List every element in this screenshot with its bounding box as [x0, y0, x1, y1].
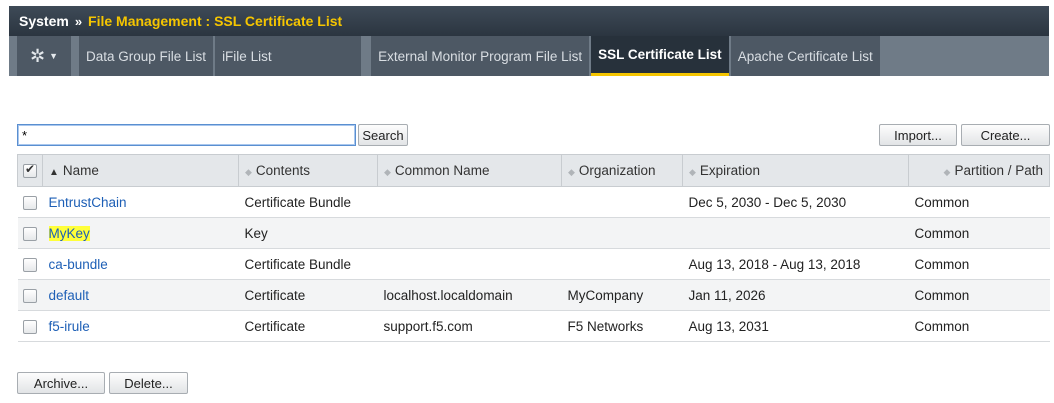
column-header-common-name[interactable]: ◆ Common Name	[377, 154, 562, 187]
table-header-row: ▲Name ◆Contents ◆Common Name ◆Organizati…	[17, 154, 1050, 187]
row-select-cell	[17, 248, 43, 280]
certificate-table: ▲Name ◆Contents ◆Common Name ◆Organizati…	[17, 154, 1050, 342]
sort-icon: ◆	[689, 167, 696, 177]
tab-external-monitor-program-file-list[interactable]: External Monitor Program File List	[371, 36, 590, 76]
column-header-organization[interactable]: ◆ Organization	[561, 154, 683, 187]
expiration-cell: Dec 5, 2030 - Dec 5, 2030	[682, 186, 909, 218]
row-checkbox[interactable]	[22, 195, 37, 210]
partition-cell: Common	[908, 217, 1050, 249]
partition-cell: Common	[908, 310, 1050, 342]
archive-button[interactable]: Archive...	[17, 372, 105, 394]
select-all-checkbox[interactable]	[23, 162, 37, 179]
organization-cell: MyCompany	[561, 279, 683, 311]
import-button[interactable]: Import...	[879, 124, 957, 146]
sort-icon: ◆	[384, 167, 391, 177]
common-name-cell	[377, 217, 562, 249]
row-select-cell	[17, 279, 43, 311]
name-cell: MyKey	[42, 217, 239, 249]
certificate-name-link[interactable]: EntrustChain	[49, 195, 127, 210]
column-header-name[interactable]: ▲ Name	[42, 154, 239, 187]
row-select-cell	[17, 186, 43, 218]
expiration-cell	[682, 217, 909, 249]
chevron-down-icon: ▼	[49, 51, 58, 61]
partition-cell: Common	[908, 279, 1050, 311]
sort-icon: ◆	[568, 167, 575, 177]
tab-apache-certificate-list[interactable]: Apache Certificate List	[730, 36, 880, 76]
sort-ascending-icon: ▲	[49, 167, 59, 178]
settings-menu-button[interactable]: ✲ ▼	[17, 36, 71, 76]
row-checkbox[interactable]	[22, 257, 37, 272]
column-header-partition-path[interactable]: ◆ Partition / Path	[908, 154, 1050, 187]
sort-icon: ◆	[245, 167, 252, 177]
select-all-header	[17, 154, 43, 187]
column-header-expiration[interactable]: ◆ Expiration	[682, 154, 909, 187]
common-name-cell: localhost.localdomain	[377, 279, 562, 311]
name-cell: default	[42, 279, 239, 311]
row-select-cell	[17, 217, 43, 249]
certificate-name-link[interactable]: MyKey	[48, 225, 90, 241]
contents-cell: Certificate	[238, 310, 378, 342]
tab-ifile-list[interactable]: iFile List	[215, 36, 362, 76]
partition-cell: Common	[908, 186, 1050, 218]
delete-button[interactable]: Delete...	[109, 372, 188, 394]
common-name-cell: support.f5.com	[377, 310, 562, 342]
column-header-contents[interactable]: ◆ Contents	[238, 154, 378, 187]
page-header: System » File Management : SSL Certifica…	[9, 6, 1049, 36]
table-row: default Certificate localhost.localdomai…	[17, 279, 1050, 311]
row-checkbox[interactable]	[22, 319, 37, 334]
row-select-cell	[17, 310, 43, 342]
breadcrumb-separator: »	[74, 13, 83, 29]
expiration-cell: Aug 13, 2018 - Aug 13, 2018	[682, 248, 909, 280]
tab-bar: ✲ ▼ Data Group File List iFile List Exte…	[9, 36, 1049, 76]
certificate-name-link[interactable]: default	[49, 288, 90, 303]
create-button[interactable]: Create...	[961, 124, 1050, 146]
tab-data-group-file-list[interactable]: Data Group File List	[79, 36, 214, 76]
search-button[interactable]: Search	[358, 124, 408, 146]
gear-icon: ✲	[29, 45, 46, 66]
section-title: System	[19, 13, 69, 29]
certificate-name-link[interactable]: f5-irule	[49, 319, 90, 334]
table-row: MyKey Key Common	[17, 217, 1050, 249]
partition-cell: Common	[908, 248, 1050, 280]
table-row: f5-irule Certificate support.f5.com F5 N…	[17, 310, 1050, 342]
contents-cell: Certificate Bundle	[238, 186, 378, 218]
table-row: EntrustChain Certificate Bundle Dec 5, 2…	[17, 186, 1050, 218]
expiration-cell: Jan 11, 2026	[682, 279, 909, 311]
name-cell: ca-bundle	[42, 248, 239, 280]
name-cell: EntrustChain	[42, 186, 239, 218]
contents-cell: Certificate	[238, 279, 378, 311]
breadcrumb[interactable]: File Management : SSL Certificate List	[88, 13, 342, 29]
list-toolbar: Search Import... Create...	[17, 124, 1050, 148]
contents-cell: Certificate Bundle	[238, 248, 378, 280]
common-name-cell	[377, 186, 562, 218]
organization-cell	[561, 186, 683, 218]
contents-cell: Key	[238, 217, 378, 249]
tab-ssl-certificate-list[interactable]: SSL Certificate List	[591, 36, 729, 76]
row-checkbox[interactable]	[22, 288, 37, 303]
table-row: ca-bundle Certificate Bundle Aug 13, 201…	[17, 248, 1050, 280]
expiration-cell: Aug 13, 2031	[682, 310, 909, 342]
sort-icon: ◆	[943, 167, 951, 177]
search-input[interactable]	[17, 124, 356, 146]
name-cell: f5-irule	[42, 310, 239, 342]
organization-cell: F5 Networks	[561, 310, 683, 342]
organization-cell	[561, 248, 683, 280]
common-name-cell	[377, 248, 562, 280]
certificate-name-link[interactable]: ca-bundle	[49, 257, 108, 272]
table-actions: Archive... Delete...	[17, 372, 417, 396]
organization-cell	[561, 217, 683, 249]
row-checkbox[interactable]	[22, 226, 37, 241]
